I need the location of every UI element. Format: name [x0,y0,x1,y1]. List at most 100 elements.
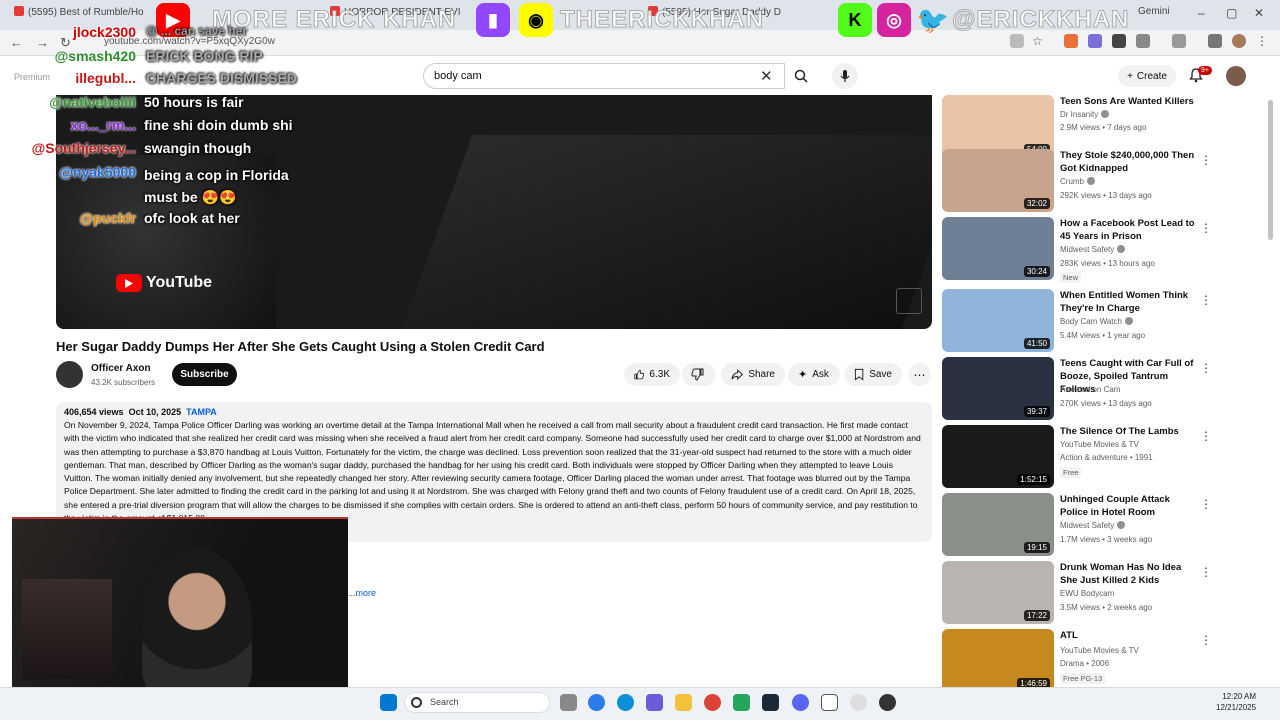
video-thumbnail[interactable]: 19:15 [942,493,1054,556]
maximize-icon[interactable]: ▢ [1226,6,1237,20]
recommended-channel[interactable]: EWU Bodycam [1060,589,1114,598]
notepad-icon[interactable] [821,694,838,711]
share-button[interactable]: Share [721,363,785,386]
recommended-channel[interactable]: Arrested on Cam [1060,385,1120,394]
fullscreen-icon[interactable] [896,288,922,314]
recommended-video[interactable]: 30:24 How a Facebook Post Lead to 45 Yea… [942,217,1217,283]
recommended-title[interactable]: The Silence Of The Lambs [1060,425,1195,438]
verified-icon [1117,521,1126,529]
search-button[interactable] [784,63,818,89]
extensions-puzzle-icon[interactable] [1136,34,1150,48]
video-thumbnail[interactable]: 1:52:15 [942,425,1054,488]
channel-name[interactable]: Officer Axon [91,363,151,374]
search-icon [794,69,808,83]
recommended-video[interactable]: 1:52:15 The Silence Of The Lambs YouTube… [942,425,1217,489]
youtube-favicon-icon [14,6,24,16]
more-options-icon[interactable]: ⋮ [1200,293,1212,307]
recommended-channel[interactable]: Midwest Safety [1060,245,1126,254]
recommended-title[interactable]: They Stole $240,000,000 Then Got Kidnapp… [1060,149,1195,175]
page-scrollbar[interactable] [1268,100,1273,240]
bookmark-star-icon[interactable]: ☆ [1032,34,1046,48]
dislike-button[interactable] [682,363,716,386]
recommended-video[interactable]: 41:50 When Entitled Women Think They're … [942,289,1217,353]
like-button[interactable]: 6.3K [624,363,680,386]
browser-tab[interactable]: Gemini [1138,6,1188,24]
recommended-title[interactable]: When Entitled Women Think They're In Cha… [1060,289,1195,315]
video-thumbnail[interactable]: 17:22 [942,561,1054,624]
sidebar-icon[interactable] [1172,34,1186,48]
extension-icon[interactable] [1112,34,1126,48]
video-thumbnail[interactable]: 32:02 [942,149,1054,212]
subscriber-count: 43.2K subscribers [91,378,156,387]
recommended-title[interactable]: ATL [1060,629,1195,642]
minimize-icon[interactable]: – [1198,6,1205,20]
webcam-shelf [22,579,112,679]
close-window-icon[interactable]: ✕ [1254,6,1264,20]
create-button[interactable]: + Create [1118,65,1176,87]
task-view-icon[interactable] [560,694,577,711]
recommended-video[interactable]: 17:22 Drunk Woman Has No Idea She Just K… [942,561,1217,625]
more-options-icon[interactable]: ⋮ [1200,565,1212,579]
youtube-watermark[interactable]: YouTube [116,274,212,292]
back-icon[interactable]: ← [10,35,23,50]
search-input[interactable]: body cam [423,63,785,89]
recommended-channel[interactable]: Dr Insanity [1060,110,1110,119]
recommended-title[interactable]: How a Facebook Post Lead to 45 Years in … [1060,217,1195,243]
file-explorer-icon[interactable] [675,694,692,711]
menu-icon[interactable] [1208,34,1222,48]
show-more-link[interactable]: ...more [348,588,376,598]
clear-search-icon[interactable]: ✕ [760,67,773,85]
recommended-video[interactable]: 19:15 Unhinged Couple Attack Police in H… [942,493,1217,557]
recommended-video[interactable]: 39:37 Teens Caught with Car Full of Booz… [942,357,1217,421]
voice-search-button[interactable] [832,63,858,89]
more-options-icon[interactable]: ⋮ [1200,429,1212,443]
video-thumbnail[interactable]: 39:37 [942,357,1054,420]
recommended-title[interactable]: Teen Sons Are Wanted Killers [1060,95,1195,108]
extension-icon[interactable] [1088,34,1102,48]
recommended-channel[interactable]: Body Cam Watch [1060,317,1133,326]
taskbar-clock[interactable]: 12:20 AM 12/21/2025 [1216,691,1256,713]
kebab-menu-icon[interactable]: ⋮ [1256,34,1270,48]
recommended-channel[interactable]: YouTube Movies & TV [1060,646,1139,655]
notification-badge: 9+ [1198,66,1212,75]
teams-icon[interactable] [646,694,663,711]
video-thumbnail[interactable]: 30:24 [942,217,1054,280]
recommended-title[interactable]: Drunk Woman Has No Idea She Just Killed … [1060,561,1195,587]
more-options-icon[interactable]: ⋮ [1200,633,1212,647]
video-thumbnail[interactable]: 1:46:59 [942,629,1054,687]
extension-icon[interactable] [1064,34,1078,48]
recommended-title[interactable]: Unhinged Couple Attack Police in Hotel R… [1060,493,1195,519]
edge-icon[interactable] [617,694,634,711]
subscribe-button[interactable]: Subscribe [172,363,237,386]
recommended-video[interactable]: 32:02 They Stole $240,000,000 Then Got K… [942,149,1217,213]
chrome-icon[interactable] [704,694,721,711]
more-actions-icon[interactable]: ⋯ [908,363,931,386]
video-thumbnail[interactable]: 41:50 [942,289,1054,352]
recommended-video[interactable]: 1:46:59 ATL YouTube Movies & TV Drama • … [942,629,1217,687]
taskbar-search[interactable]: Search [404,692,550,713]
obs-icon[interactable] [879,694,896,711]
more-options-icon[interactable]: ⋮ [1200,497,1212,511]
channel-avatar[interactable] [56,361,83,388]
profile-icon[interactable] [1232,34,1246,48]
steam-icon[interactable] [762,694,779,711]
app-icon[interactable] [733,694,750,711]
ask-button[interactable]: ✦ Ask [788,363,840,386]
start-menu-icon[interactable] [380,694,397,711]
recommended-channel[interactable]: YouTube Movies & TV [1060,440,1139,449]
browser-tab[interactable]: (5595) Best of Rumble/House Nw [14,6,144,24]
play-logo-icon [116,274,142,292]
copilot-icon[interactable] [588,694,605,711]
discord-icon[interactable] [792,694,809,711]
recommended-channel[interactable]: Crumb [1060,177,1096,186]
install-icon[interactable] [1010,34,1024,48]
recommended-channel[interactable]: Midwest Safety [1060,521,1126,530]
save-button[interactable]: Save [844,363,902,386]
hashtag-link[interactable]: TAMPA [186,407,217,417]
taskbar [0,687,1280,720]
more-options-icon[interactable]: ⋮ [1200,221,1212,235]
more-options-icon[interactable]: ⋮ [1200,153,1212,167]
app-icon[interactable] [850,694,867,711]
more-options-icon[interactable]: ⋮ [1200,361,1212,375]
account-avatar[interactable] [1226,66,1246,86]
